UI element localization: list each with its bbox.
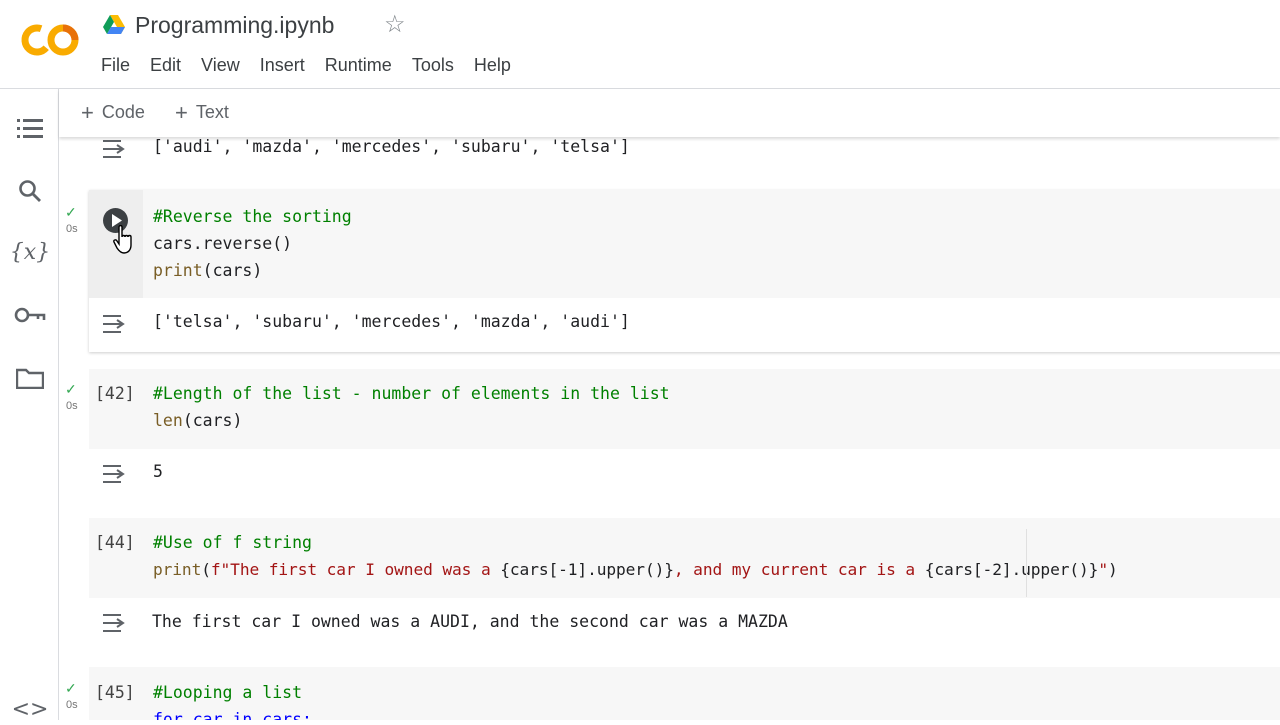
variables-icon[interactable]: {x} <box>10 236 50 268</box>
code-token: (cars) <box>202 261 263 280</box>
code-line: print(f"The first car I owned was a {car… <box>153 560 1118 579</box>
code-token: cars.reverse <box>153 234 273 253</box>
code-snippets-icon[interactable]: <> <box>12 693 49 725</box>
star-icon[interactable]: ☆ <box>384 12 406 38</box>
add-text-button[interactable]: + Text <box>175 99 229 125</box>
exec-time: 0s <box>66 400 78 412</box>
output-toggle-icon[interactable] <box>101 611 131 635</box>
notebook-content: ['audi', 'mazda', 'mercedes', 'subaru', … <box>59 137 1280 720</box>
execution-count: [44] <box>95 533 135 552</box>
code-line: #Reverse the sorting <box>153 207 352 226</box>
code-token: {cars[-2].upper()} <box>924 560 1099 579</box>
exec-time: 0s <box>66 699 78 711</box>
run-success-check-icon: ✓ <box>65 204 77 220</box>
code-token: f"The first car I owned was a <box>210 560 501 579</box>
code-token: len <box>153 411 183 430</box>
mouse-pointer-icon <box>113 225 132 254</box>
code-cell-fstring[interactable] <box>89 518 1280 598</box>
code-line: #Length of the list - number of elements… <box>153 384 670 403</box>
secrets-key-icon[interactable] <box>14 299 46 331</box>
menu-tools[interactable]: Tools <box>412 53 454 77</box>
table-of-contents-icon[interactable] <box>14 113 46 145</box>
cell-output: ['audi', 'mazda', 'mercedes', 'subaru', … <box>153 137 630 156</box>
menu-help[interactable]: Help <box>474 53 511 77</box>
menu-file[interactable]: File <box>101 53 130 77</box>
notebook-toolbar: + Code + Text <box>59 89 1280 137</box>
menu-bar: File Edit View Insert Runtime Tools Help <box>101 53 531 77</box>
menu-edit[interactable]: Edit <box>150 53 181 77</box>
code-token: (cars) <box>182 411 243 430</box>
code-token: () <box>272 234 293 253</box>
cell-output: 5 <box>153 462 163 481</box>
code-line: cars.reverse() <box>153 234 292 253</box>
notebook-title[interactable]: Programming.ipynb <box>135 12 334 39</box>
files-folder-icon[interactable] <box>14 362 46 394</box>
search-icon[interactable] <box>14 175 46 207</box>
code-cell-length[interactable] <box>89 369 1280 449</box>
output-toggle-icon[interactable] <box>101 462 131 486</box>
add-code-button[interactable]: + Code <box>81 99 145 125</box>
code-token: {cars[-1].upper()} <box>500 560 674 579</box>
menu-runtime[interactable]: Runtime <box>325 53 392 77</box>
ruler-line <box>1026 529 1027 597</box>
code-token: print <box>153 560 202 579</box>
execution-count: [42] <box>95 384 135 403</box>
menu-insert[interactable]: Insert <box>260 53 305 77</box>
cell-output: ['telsa', 'subaru', 'mercedes', 'mazda',… <box>153 312 630 331</box>
code-line: len(cars) <box>153 411 242 430</box>
code-line: #Looping a list <box>153 683 303 702</box>
left-sidebar: {x} <> <box>0 89 59 722</box>
code-line: for car in cars: <box>153 710 312 720</box>
code-token: ( <box>201 560 211 579</box>
output-toggle-icon[interactable] <box>101 312 131 336</box>
exec-time: 0s <box>66 223 78 235</box>
code-token: ) <box>1107 560 1118 579</box>
code-token: print <box>153 261 203 280</box>
menu-view[interactable]: View <box>201 53 240 77</box>
drive-icon <box>103 15 125 34</box>
code-token: " <box>1098 560 1108 579</box>
run-success-check-icon: ✓ <box>65 680 77 696</box>
code-token: , and my current car is a <box>673 560 925 579</box>
run-success-check-icon: ✓ <box>65 381 77 397</box>
plus-icon: + <box>175 99 188 125</box>
cell-output: The first car I owned was a AUDI, and th… <box>152 612 788 631</box>
add-text-label: Text <box>195 102 229 122</box>
output-toggle-icon[interactable] <box>101 137 131 161</box>
add-code-label: Code <box>101 102 145 122</box>
plus-icon: + <box>81 99 94 125</box>
colab-logo[interactable]: CO <box>20 20 80 60</box>
code-line: #Use of f string <box>153 533 312 552</box>
execution-count: [45] <box>95 683 135 702</box>
code-line: print(cars) <box>153 261 262 280</box>
header: CO Programming.ipynb ☆ File Edit View In… <box>0 0 1280 88</box>
